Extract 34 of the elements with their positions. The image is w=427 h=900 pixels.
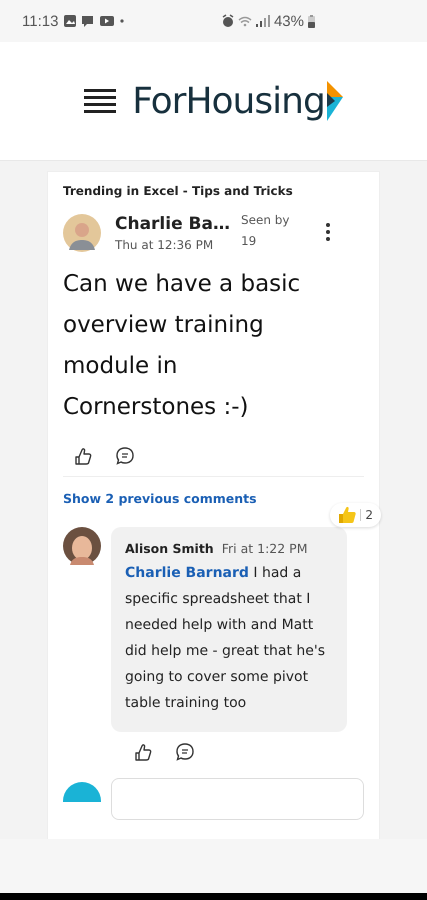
avatar: [63, 782, 101, 802]
comment-icon[interactable]: [115, 446, 135, 466]
reaction-badge[interactable]: 2: [330, 503, 381, 527]
menu-icon[interactable]: [84, 87, 116, 115]
status-time: 11:13: [22, 12, 58, 30]
video-icon: [100, 14, 114, 28]
post-text: Can we have a basic overview training module in Cornerstones :-): [63, 270, 302, 422]
message-icon: [82, 14, 94, 28]
battery-icon: [308, 14, 315, 28]
reaction-count: 2: [365, 508, 373, 522]
avatar: [63, 527, 101, 565]
trending-label: Trending in Excel - Tips and Tricks: [63, 184, 294, 198]
like-icon[interactable]: [73, 446, 93, 466]
comment-field[interactable]: [111, 778, 364, 820]
show-comments-link[interactable]: Show 2 previous comments: [63, 491, 257, 506]
signal-icon: [256, 14, 270, 28]
comment-author[interactable]: Alison Smith: [125, 541, 214, 556]
author-name[interactable]: Charlie Ba…: [115, 214, 227, 234]
logo-text: ForHousing: [132, 80, 325, 122]
like-icon[interactable]: [133, 742, 153, 762]
post-time: Thu at 12:36 PM: [115, 238, 214, 252]
wifi-icon: [238, 14, 252, 28]
gallery-icon: [64, 14, 76, 28]
avatar: [63, 214, 101, 252]
mention-link[interactable]: Charlie Barnard: [125, 565, 249, 581]
comment-time: Fri at 1:22 PM: [222, 541, 308, 556]
seen-by-count: Seen by 19: [241, 212, 291, 250]
thumbs-up-icon: [338, 506, 356, 524]
battery-level: 43%: [274, 12, 304, 30]
comment-icon[interactable]: [175, 742, 195, 762]
logo-arrow-icon: [326, 81, 343, 121]
alarm-icon: [222, 14, 234, 28]
more-icon[interactable]: [325, 222, 331, 242]
comment-text: Charlie Barnard I had a specific spreadsheet that I needed help with and Matt did help me - great that he's going to cover some pivot table training too: [125, 564, 326, 713]
